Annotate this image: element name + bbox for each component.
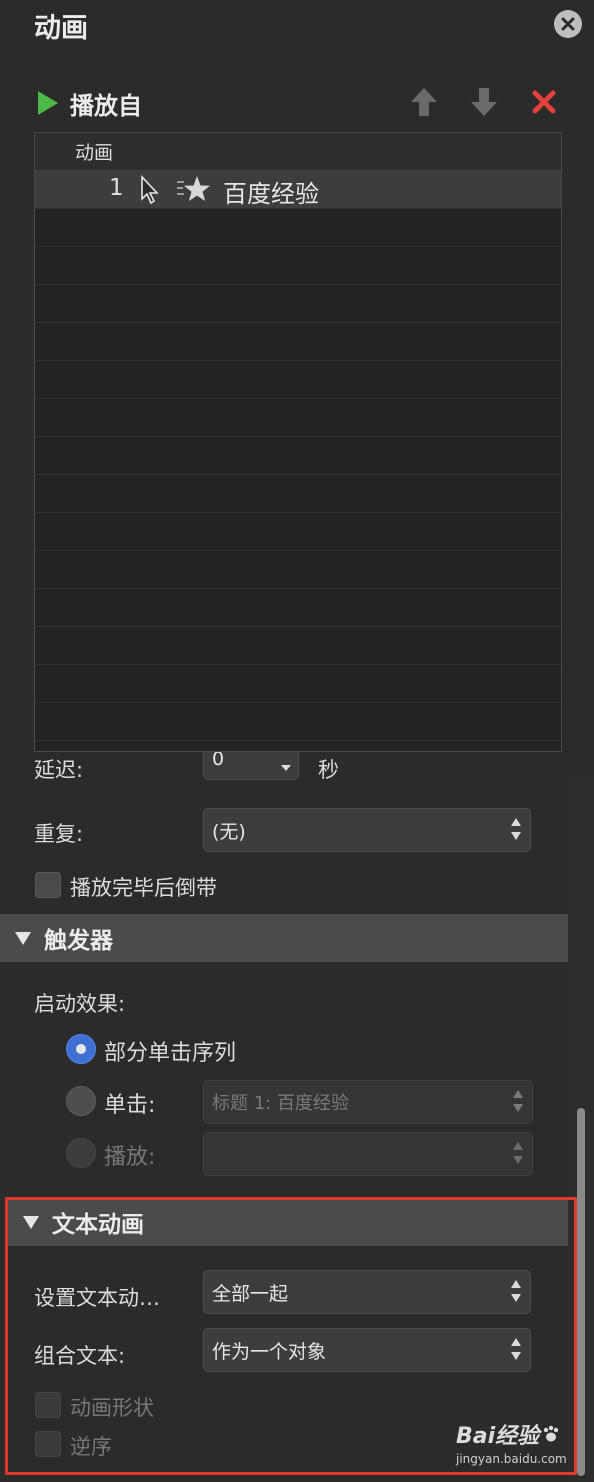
repeat-select[interactable]: (无) — [203, 808, 531, 852]
list-item — [35, 703, 561, 741]
updown-arrows-icon — [512, 1140, 524, 1166]
list-item — [35, 361, 561, 399]
radio-selected-dot — [76, 1044, 86, 1054]
move-up-button[interactable] — [408, 86, 440, 118]
star-motion-icon — [177, 176, 210, 201]
delay-label: 延迟: — [34, 758, 84, 782]
arrow-down-icon — [471, 88, 497, 116]
baidu-watermark: Bai经验 jingyan.baidu.com — [456, 1418, 567, 1466]
panel-title: 动画 — [34, 13, 88, 44]
scrollbar-thumb[interactable] — [577, 1108, 585, 1476]
radio-on-click-label: 单击: — [104, 1093, 156, 1118]
delay-unit: 秒 — [318, 758, 339, 782]
updown-arrows-icon — [512, 1088, 524, 1114]
rewind-label: 播放完毕后倒带 — [70, 876, 217, 900]
arrow-up-icon — [411, 88, 437, 116]
radio-click-sequence-label: 部分单击序列 — [104, 1041, 237, 1066]
animation-list-header: 动画 — [35, 133, 561, 171]
on-play-target-select — [203, 1132, 533, 1176]
list-item — [35, 323, 561, 361]
on-click-target-select[interactable]: 标题 1: 百度经验 — [203, 1080, 533, 1124]
list-item — [35, 475, 561, 513]
paw-icon — [543, 1425, 559, 1442]
watermark-url: jingyan.baidu.com — [456, 1452, 567, 1466]
list-item — [35, 209, 561, 247]
repeat-value: (无) — [212, 820, 246, 843]
animation-list[interactable]: 动画 1 百度经验 — [34, 132, 562, 752]
list-item — [35, 513, 561, 551]
list-item — [35, 399, 561, 437]
close-button[interactable] — [554, 10, 582, 38]
list-item — [35, 437, 561, 475]
play-icon — [38, 91, 58, 115]
animation-list-row[interactable]: 1 百度经验 — [35, 171, 561, 209]
animation-name: 百度经验 — [223, 180, 319, 208]
list-item — [35, 285, 561, 323]
play-from-button[interactable]: 播放自 — [36, 86, 142, 120]
radio-on-play — [66, 1138, 96, 1168]
radio-on-play-label: 播放: — [104, 1145, 156, 1170]
mouse-cursor-icon — [141, 175, 159, 205]
close-icon — [561, 17, 575, 31]
play-from-label: 播放自 — [70, 91, 142, 120]
list-item — [35, 247, 561, 285]
list-item — [35, 665, 561, 703]
list-item — [35, 551, 561, 589]
triangle-down-icon — [15, 932, 31, 945]
rewind-checkbox[interactable] — [35, 872, 61, 898]
delay-row: 延迟: 0 秒 — [0, 752, 568, 792]
animation-order-number: 1 — [109, 175, 124, 201]
move-down-button[interactable] — [468, 86, 500, 118]
radio-on-click[interactable] — [66, 1086, 96, 1116]
repeat-label: 重复: — [34, 822, 84, 846]
trigger-section-header[interactable]: 触发器 — [0, 914, 568, 962]
chevron-down-icon — [281, 765, 291, 771]
start-effect-label: 启动效果: — [34, 992, 126, 1016]
updown-arrows-icon — [510, 816, 522, 842]
delay-value: 0 — [212, 752, 225, 770]
delete-x-icon — [532, 90, 556, 114]
radio-click-sequence[interactable] — [66, 1034, 96, 1064]
trigger-section-title: 触发器 — [44, 928, 113, 954]
on-click-target-value: 标题 1: 百度经验 — [212, 1093, 349, 1114]
list-item — [35, 589, 561, 627]
watermark-brand: Bai经验 — [456, 1424, 540, 1449]
delete-button[interactable] — [528, 86, 560, 118]
list-item — [35, 627, 561, 665]
delay-stepper[interactable]: 0 — [203, 752, 299, 780]
